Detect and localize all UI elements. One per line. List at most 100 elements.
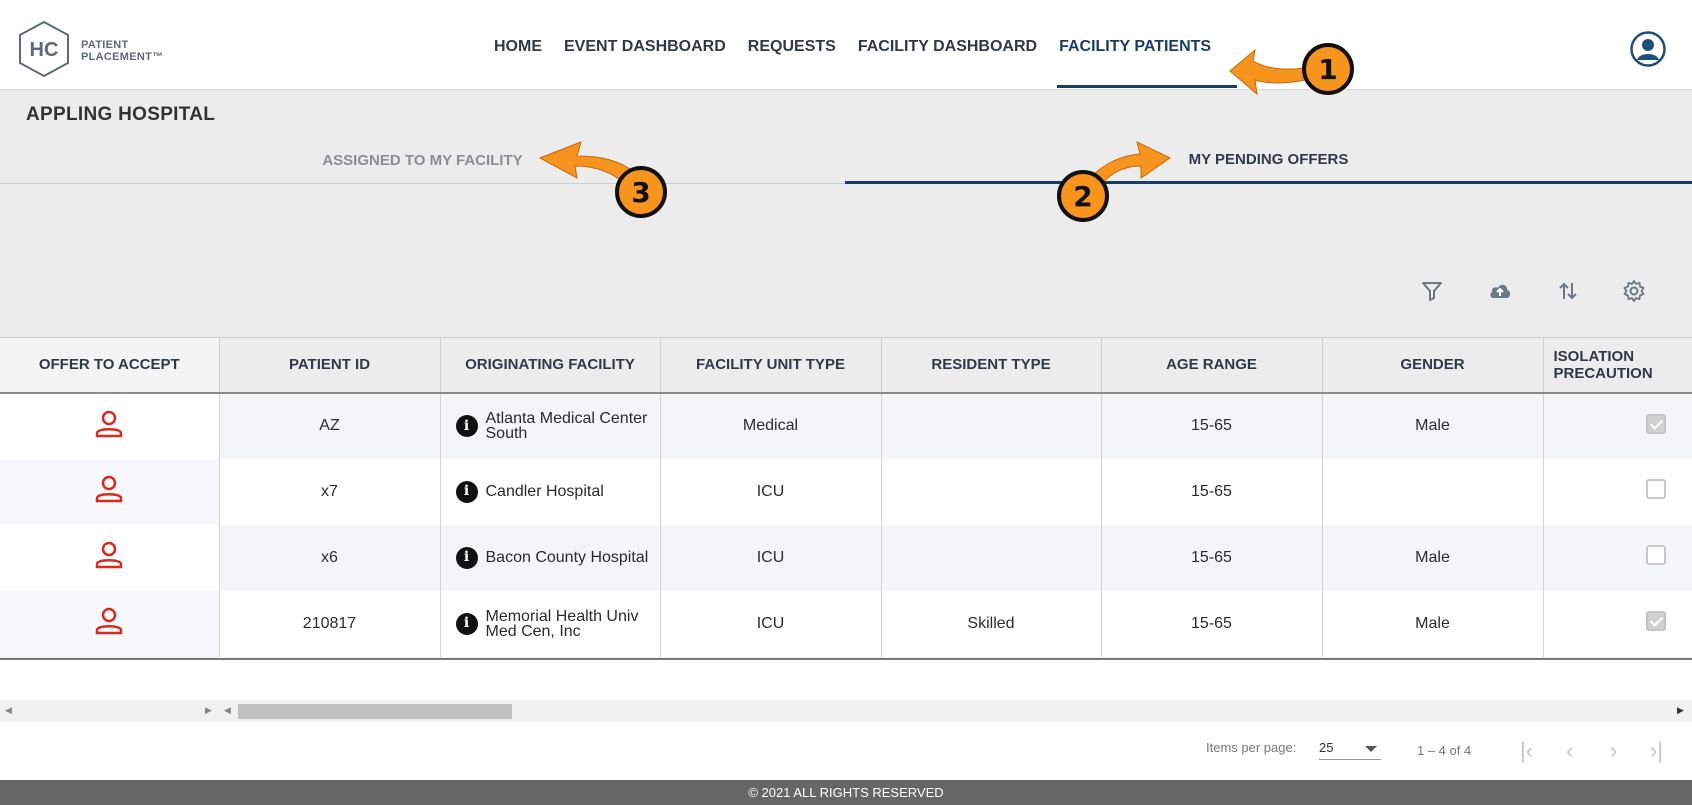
logo-text: PATIENT PLACEMENT™ — [81, 39, 163, 63]
scrollbar-thumb[interactable] — [238, 704, 512, 719]
person-icon[interactable] — [94, 606, 124, 636]
person-icon[interactable] — [94, 409, 124, 439]
filter-icon[interactable] — [1420, 279, 1444, 303]
info-icon[interactable]: i — [455, 612, 478, 635]
person-icon[interactable] — [94, 540, 124, 570]
isolation-cell — [1543, 392, 1692, 459]
table-row[interactable]: x6 i Bacon County Hospital ICU 15-65 Male — [0, 524, 1692, 591]
age-range-cell: 15-65 — [1101, 392, 1323, 459]
facility-name: Candler Hospital — [485, 483, 604, 500]
table-header-row: OFFER TO ACCEPT PATIENT ID ORIGINATING F… — [0, 337, 1692, 394]
col-isolation-precaution[interactable]: ISOLATION PRECAUTION — [1543, 337, 1692, 394]
last-page-icon[interactable]: ›| — [1650, 738, 1663, 764]
info-icon[interactable]: i — [455, 415, 478, 437]
facility-name: Memorial Health Univ Med Cen, Inc — [485, 607, 639, 640]
main-scroll-left-arrow-icon[interactable]: ◀ — [224, 705, 231, 716]
unit-type-cell: Medical — [660, 392, 882, 459]
scroll-right-arrow-icon[interactable]: ▶ — [1677, 705, 1684, 716]
annotation-number-3: 3 — [631, 176, 650, 209]
tab-my-pending-offers[interactable]: MY PENDING OFFERS — [845, 138, 1692, 184]
col-resident-type[interactable]: RESIDENT TYPE — [881, 337, 1102, 394]
isolation-cell — [1543, 524, 1692, 591]
top-navigation-bar: HC PATIENT PLACEMENT™ HOME EVENT DASHBOA… — [0, 0, 1692, 90]
info-icon[interactable]: i — [455, 480, 478, 503]
nav-facility-patients[interactable]: FACILITY PATIENTS — [1059, 38, 1211, 56]
gender-cell: Male — [1322, 590, 1544, 657]
annotation-arrow-3: 3 — [538, 141, 667, 218]
next-page-icon[interactable]: › — [1610, 738, 1617, 764]
facility-name: Bacon County Hospital — [485, 549, 649, 566]
offer-accept-cell[interactable] — [0, 392, 220, 459]
offer-accept-cell[interactable] — [0, 524, 220, 591]
sort-icon[interactable] — [1556, 279, 1580, 303]
gender-cell: Male — [1322, 524, 1544, 591]
facility-cell: i Atlanta Medical Center South — [440, 392, 661, 459]
prev-page-icon[interactable]: ‹ — [1566, 738, 1573, 764]
age-range-cell: 15-65 — [1101, 590, 1323, 657]
isolation-cell — [1543, 590, 1692, 657]
age-range-cell: 15-65 — [1101, 524, 1323, 591]
patient-id-cell: AZ — [219, 392, 441, 459]
col-patient-id[interactable]: PATIENT ID — [219, 337, 441, 394]
table-row[interactable]: AZ i Atlanta Medical Center South Medical… — [0, 392, 1692, 459]
unit-type-cell: ICU — [660, 590, 882, 657]
patient-tabs: ASSIGNED TO MY FACILITY MY PENDING OFFER… — [0, 138, 1692, 184]
resident-type-cell — [881, 392, 1102, 459]
isolation-checkbox[interactable] — [1645, 545, 1666, 565]
annotation-number-2: 2 — [1073, 180, 1092, 213]
settings-gear-icon[interactable] — [1622, 279, 1646, 303]
gender-cell — [1322, 458, 1544, 525]
tab-assigned-to-my-facility[interactable]: ASSIGNED TO MY FACILITY — [0, 138, 845, 184]
patient-id-cell: x6 — [219, 524, 441, 591]
col-gender[interactable]: GENDER — [1322, 337, 1544, 394]
col-age-range[interactable]: AGE RANGE — [1101, 337, 1323, 394]
unit-type-cell: ICU — [660, 524, 882, 591]
facility-cell: i Candler Hospital — [440, 458, 661, 525]
logo-line-2: PLACEMENT™ — [81, 51, 164, 63]
offer-accept-cell[interactable] — [0, 590, 220, 657]
page-size-select[interactable]: 25 — [1319, 740, 1381, 760]
isolation-checkbox[interactable] — [1645, 479, 1666, 499]
unit-type-cell: ICU — [660, 458, 882, 525]
footer-copyright: © 2021 ALL RIGHTS RESERVED — [0, 780, 1692, 805]
table-row[interactable]: x7 i Candler Hospital ICU 15-65 — [0, 458, 1692, 525]
page-range-label: 1 – 4 of 4 — [1417, 743, 1472, 758]
col-facility-unit-type[interactable]: FACILITY UNIT TYPE — [660, 337, 882, 394]
page-size-value: 25 — [1319, 740, 1334, 755]
nav-facility-dashboard[interactable]: FACILITY DASHBOARD — [858, 38, 1037, 56]
paginator: Items per page: 25 1 – 4 of 4 |‹ ‹ › ›| — [0, 738, 1692, 768]
person-icon[interactable] — [94, 474, 124, 504]
annotation-arrow-2: 2 — [1057, 141, 1171, 222]
scroll-left-arrow-icon[interactable]: ◀ — [5, 705, 12, 716]
nav-active-underline — [1057, 85, 1237, 88]
col-originating-facility[interactable]: ORIGINATING FACILITY — [440, 337, 661, 394]
hc-logo[interactable]: HC PATIENT PLACEMENT™ — [18, 20, 168, 80]
nav-requests[interactable]: REQUESTS — [748, 38, 836, 56]
gender-cell: Male — [1322, 392, 1544, 459]
offer-accept-cell[interactable] — [0, 458, 220, 525]
logo-letters: HC — [30, 39, 59, 61]
patient-id-cell: x7 — [219, 458, 441, 525]
col-offer-to-accept[interactable]: OFFER TO ACCEPT — [0, 337, 220, 394]
logo-line-1: PATIENT — [81, 39, 129, 51]
annotation-arrow-1: 1 — [1229, 43, 1354, 96]
pending-offers-table: OFFER TO ACCEPT PATIENT ID ORIGINATING F… — [0, 337, 1692, 657]
user-account-icon[interactable] — [1630, 31, 1666, 67]
age-range-cell: 15-65 — [1101, 458, 1323, 525]
table-row[interactable]: 210817 i Memorial Health Univ Med Cen, In… — [0, 590, 1692, 657]
tab-pending-label: MY PENDING OFFERS — [1188, 151, 1349, 168]
isolation-checkbox[interactable] — [1645, 413, 1666, 434]
nav-event-dashboard[interactable]: EVENT DASHBOARD — [564, 38, 726, 56]
facility-name: Atlanta Medical Center South — [485, 410, 648, 442]
facility-cell: i Bacon County Hospital — [440, 524, 661, 591]
nav-home[interactable]: HOME — [494, 38, 542, 56]
info-icon[interactable]: i — [455, 546, 478, 569]
items-per-page-label: Items per page: — [1206, 740, 1297, 755]
frozen-scroll-right-arrow-icon[interactable]: ▶ — [205, 705, 212, 716]
horizontal-scrollbar[interactable]: ◀ ▶ ◀ ▶ — [0, 700, 1692, 722]
first-page-icon[interactable]: |‹ — [1520, 738, 1533, 764]
isolation-checkbox[interactable] — [1645, 611, 1666, 631]
hospital-title: APPLING HOSPITAL — [26, 104, 216, 125]
cloud-upload-icon[interactable] — [1486, 279, 1514, 303]
main-nav: HOME EVENT DASHBOARD REQUESTS FACILITY D… — [494, 38, 1211, 56]
